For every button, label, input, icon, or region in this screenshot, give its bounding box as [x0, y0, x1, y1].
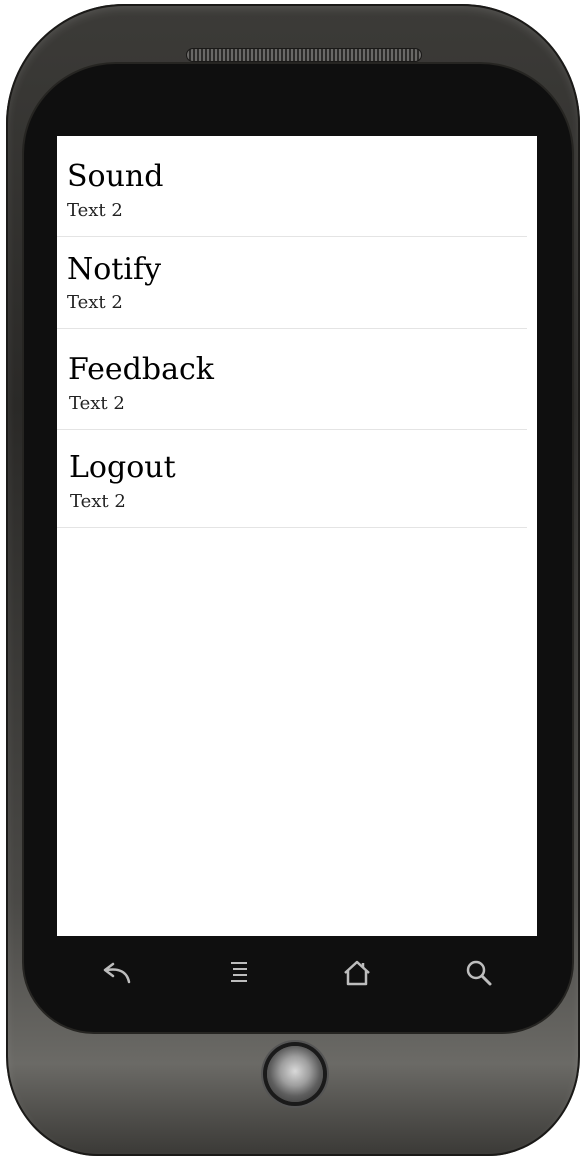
search-icon[interactable]: [462, 958, 496, 988]
list-item-feedback[interactable]: Feedback Text 2: [57, 329, 527, 430]
list-item-sound[interactable]: Sound Text 2: [57, 136, 527, 237]
back-icon[interactable]: [99, 958, 133, 988]
list-item-title: Feedback: [68, 352, 214, 387]
list-item-subtitle: Text 2: [67, 200, 123, 221]
home-icon[interactable]: [340, 958, 374, 988]
list-item-subtitle: Text 2: [70, 491, 126, 512]
hardware-home-button[interactable]: [267, 1046, 323, 1102]
list-item-notify[interactable]: Notify Text 2: [57, 237, 527, 329]
app-screen: Sound Text 2 Notify Text 2 Feedback Text…: [57, 136, 537, 936]
list-item-title: Sound: [67, 159, 164, 194]
menu-icon[interactable]: [222, 958, 256, 988]
list-item-logout[interactable]: Logout Text 2: [57, 430, 527, 528]
list-item-subtitle: Text 2: [67, 292, 123, 313]
list-item-subtitle: Text 2: [69, 393, 125, 414]
list-item-title: Logout: [69, 450, 176, 485]
earpiece-speaker: [186, 48, 422, 62]
list-item-title: Notify: [67, 252, 162, 287]
